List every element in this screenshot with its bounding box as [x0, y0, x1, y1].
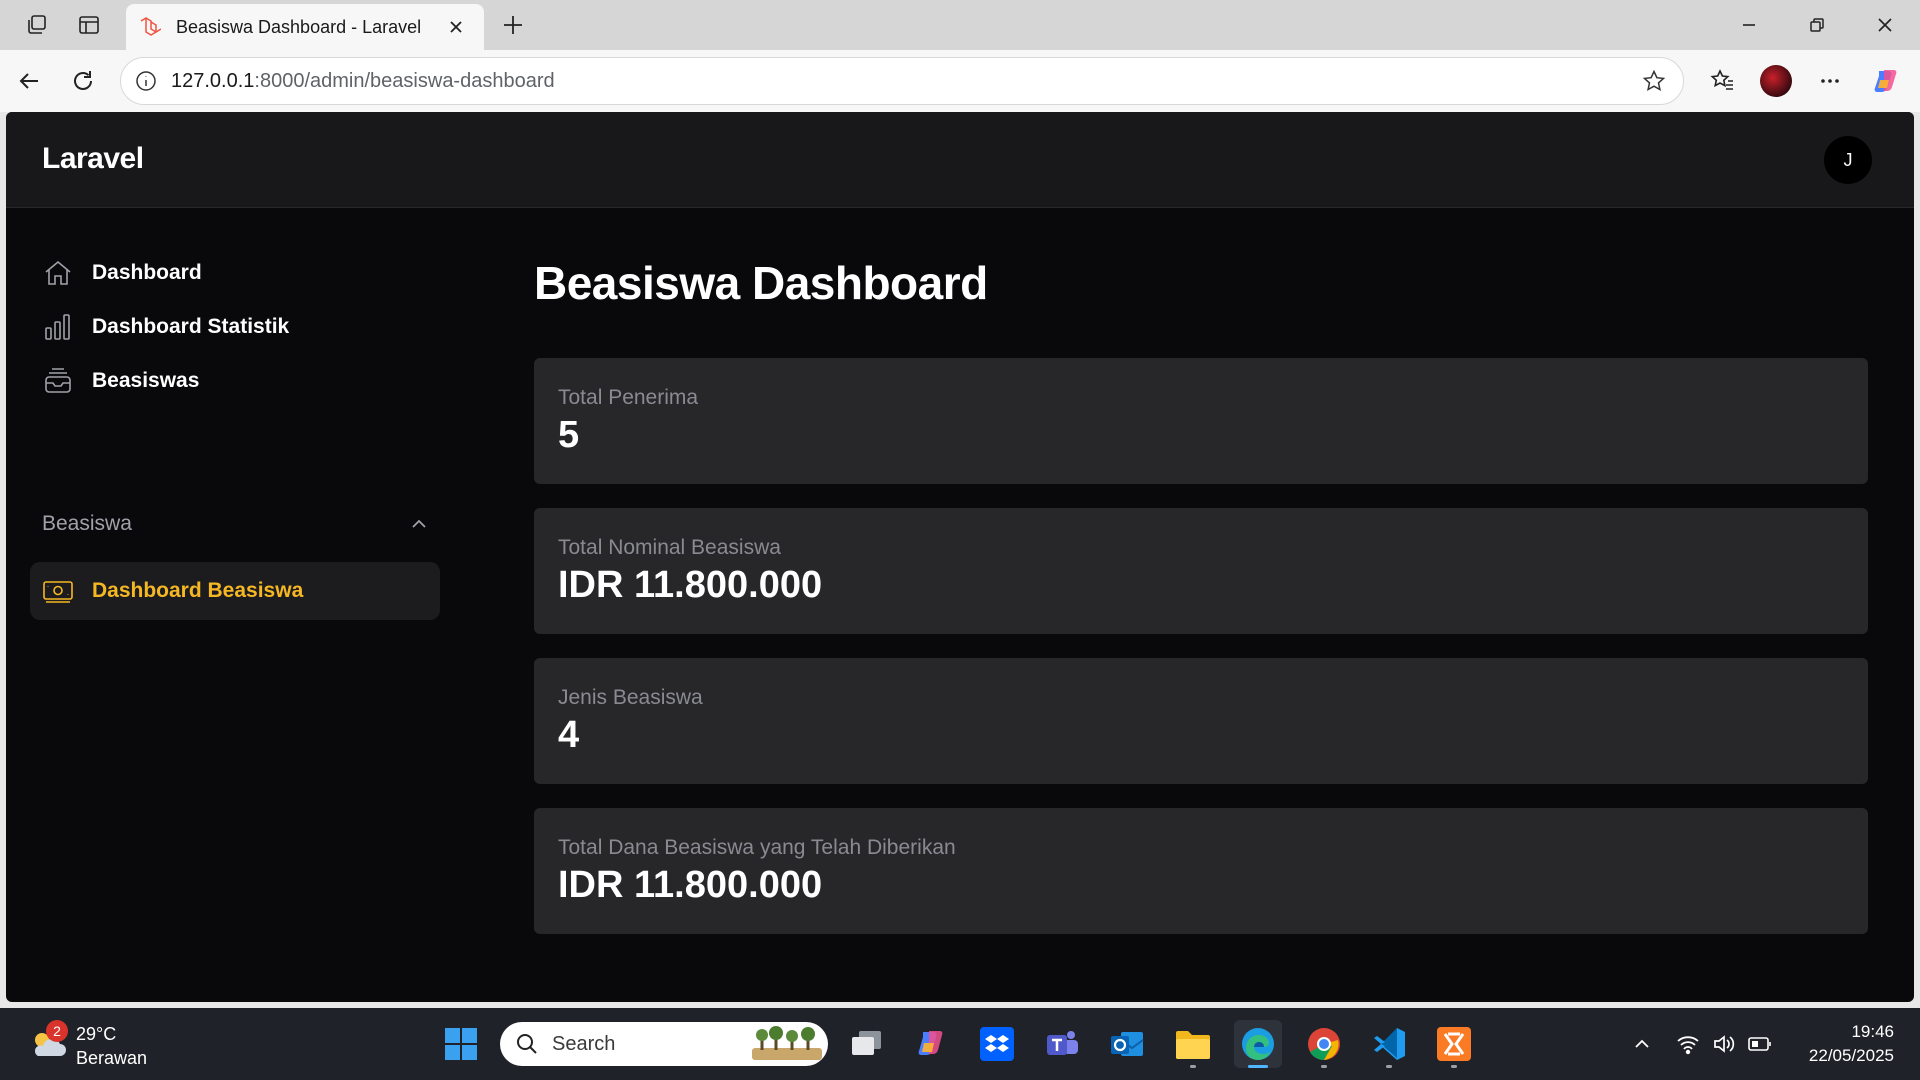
- sidebar-group-beasiswa[interactable]: Beasiswa: [42, 508, 432, 540]
- weather-widget[interactable]: 2 29°C Berawan: [24, 1020, 164, 1068]
- sidebar-item-label: Beasiswas: [92, 369, 200, 392]
- search-icon: [514, 1031, 540, 1057]
- stat-card-total-dana: Total Dana Beasiswa yang Telah Diberikan…: [534, 808, 1868, 934]
- taskbar: 2 29°C Berawan Search 19:46 22/05/2025: [0, 1008, 1920, 1080]
- stat-value: IDR 11.800.000: [558, 864, 823, 906]
- more-menu-icon[interactable]: [1814, 65, 1846, 97]
- teams-icon[interactable]: [1038, 1020, 1086, 1068]
- notification-badge: 2: [46, 1020, 68, 1042]
- sidebar-item-beasiswas[interactable]: Beasiswas: [30, 352, 440, 410]
- sidebar-item-dashboard-beasiswa[interactable]: Dashboard Beasiswa: [30, 562, 440, 620]
- home-icon: [42, 257, 74, 289]
- weather-desc: Berawan: [76, 1048, 148, 1068]
- bar-chart-icon: [42, 311, 74, 343]
- sidebar-group-label: Beasiswa: [42, 512, 132, 535]
- vscode-icon[interactable]: [1365, 1020, 1413, 1068]
- copilot-icon[interactable]: [1870, 65, 1902, 97]
- task-view-icon[interactable]: [842, 1020, 890, 1068]
- user-avatar[interactable]: J: [1824, 136, 1872, 184]
- app-window: Laravel J Dashboard Dashboard Statistik …: [6, 112, 1914, 1002]
- browser-toolbar: 127.0.0.1:8000/admin/beasiswa-dashboard: [0, 50, 1920, 112]
- wifi-icon[interactable]: [1674, 1030, 1702, 1058]
- site-info-icon[interactable]: [133, 68, 159, 94]
- stat-label: Total Penerima: [558, 386, 699, 409]
- restore-icon[interactable]: [1804, 12, 1830, 38]
- stat-value: 5: [558, 414, 580, 456]
- dropbox-icon[interactable]: [973, 1020, 1021, 1068]
- app-topbar: Laravel J: [6, 112, 1914, 208]
- chevron-up-icon[interactable]: [406, 511, 432, 537]
- show-hidden-icons-chevron-up-icon[interactable]: [1628, 1030, 1656, 1058]
- minimize-icon[interactable]: [1736, 12, 1762, 38]
- sidebar-item-label: Dashboard: [92, 261, 202, 284]
- taskbar-search[interactable]: Search: [500, 1022, 828, 1066]
- stat-label: Total Nominal Beasiswa: [558, 536, 781, 559]
- favorites-icon[interactable]: [1706, 65, 1738, 97]
- clock-time: 19:46: [1851, 1022, 1894, 1041]
- start-windows-icon[interactable]: [437, 1020, 485, 1068]
- workspaces-icon[interactable]: [24, 12, 50, 38]
- system-clock[interactable]: 19:46 22/05/2025: [1809, 1020, 1894, 1068]
- outlook-icon[interactable]: [1103, 1020, 1151, 1068]
- stat-card-total-penerima: Total Penerima 5: [534, 358, 1868, 484]
- browser-tab-active[interactable]: Beasiswa Dashboard - Laravel: [126, 4, 484, 50]
- search-highlight-icon: [752, 1026, 822, 1060]
- sidebar-item-dashboard[interactable]: Dashboard: [30, 244, 440, 302]
- stat-label: Total Dana Beasiswa yang Telah Diberikan: [558, 836, 956, 859]
- back-icon[interactable]: [14, 66, 44, 96]
- weather-temp: 29°C: [76, 1024, 117, 1044]
- url-text: 127.0.0.1:8000/admin/beasiswa-dashboard: [171, 69, 555, 92]
- chrome-icon[interactable]: [1300, 1020, 1348, 1068]
- sidebar: Dashboard Dashboard Statistik Beasiswas …: [6, 208, 446, 1002]
- browser-tab-strip: Beasiswa Dashboard - Laravel: [0, 0, 1920, 50]
- page-title: Beasiswa Dashboard: [534, 257, 988, 309]
- copilot-app-icon[interactable]: [907, 1020, 955, 1068]
- tab-title: Beasiswa Dashboard - Laravel: [176, 16, 422, 37]
- stat-card-jenis-beasiswa: Jenis Beasiswa 4: [534, 658, 1868, 784]
- app-brand[interactable]: Laravel: [42, 142, 144, 176]
- stat-value: IDR 11.800.000: [558, 564, 823, 606]
- new-tab-icon[interactable]: [500, 12, 526, 38]
- stat-value: 4: [558, 714, 580, 756]
- tab-actions-icon[interactable]: [76, 12, 102, 38]
- reload-icon[interactable]: [68, 66, 98, 96]
- sidebar-item-label: Dashboard Statistik: [92, 315, 290, 338]
- banknotes-icon: [42, 575, 74, 607]
- close-tab-icon[interactable]: [444, 15, 468, 39]
- stat-label: Jenis Beasiswa: [558, 686, 703, 709]
- sidebar-item-label: Dashboard Beasiswa: [92, 579, 304, 602]
- volume-icon[interactable]: [1710, 1030, 1738, 1058]
- close-window-icon[interactable]: [1872, 12, 1898, 38]
- address-bar[interactable]: 127.0.0.1:8000/admin/beasiswa-dashboard: [120, 57, 1684, 105]
- battery-icon[interactable]: [1746, 1030, 1774, 1058]
- inbox-stack-icon: [42, 365, 74, 397]
- xampp-icon[interactable]: [1430, 1020, 1478, 1068]
- search-placeholder: Search: [552, 1032, 616, 1055]
- laravel-favicon-icon: [138, 15, 162, 39]
- profile-avatar[interactable]: [1760, 65, 1792, 97]
- file-explorer-icon[interactable]: [1169, 1020, 1217, 1068]
- sidebar-item-dashboard-statistik[interactable]: Dashboard Statistik: [30, 298, 440, 356]
- clock-date: 22/05/2025: [1808, 1046, 1894, 1065]
- edge-browser-icon[interactable]: [1234, 1020, 1282, 1068]
- favorite-star-icon[interactable]: [1639, 66, 1669, 96]
- stat-card-total-nominal: Total Nominal Beasiswa IDR 11.800.000: [534, 508, 1868, 634]
